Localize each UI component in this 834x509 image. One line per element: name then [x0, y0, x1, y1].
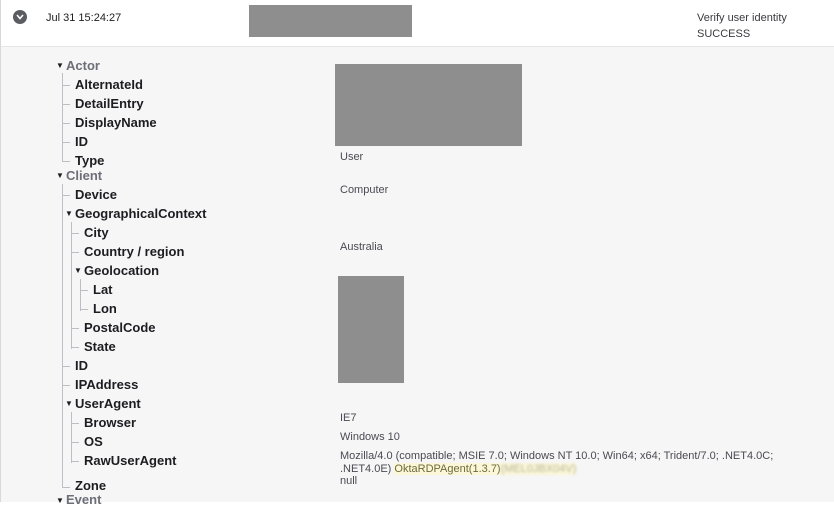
caret-down-icon[interactable]: ▼	[56, 168, 64, 184]
tree-node-ip-address: IPAddress	[75, 377, 139, 392]
tree-guide	[71, 222, 72, 349]
tree-guide	[71, 412, 72, 463]
event-timestamp: Jul 31 15:24:27	[46, 12, 122, 24]
caret-down-icon[interactable]: ▼	[74, 263, 82, 279]
event-detail-panel: ▼ Actor AlternateId DetailEntry DisplayN…	[0, 47, 834, 507]
redacted-geo-values	[338, 276, 404, 383]
event-row[interactable]: Jul 31 15:24:27 Verify user identity SUC…	[0, 0, 834, 47]
tree-node-type: Type	[75, 153, 105, 168]
tree-node-user-agent[interactable]: UserAgent	[75, 396, 141, 412]
caret-down-icon[interactable]: ▼	[65, 396, 73, 412]
value-country: Australia	[340, 241, 383, 253]
tree-node-lon: Lon	[93, 301, 117, 316]
tree-node-client-id: ID	[75, 358, 88, 373]
value-actor-type: User	[340, 151, 364, 163]
tree-node-raw-user-agent: RawUserAgent	[84, 453, 177, 468]
tree-node-country: Country / region	[84, 244, 185, 259]
tree-node-device: Device	[75, 187, 117, 202]
redacted-actor-values	[335, 64, 522, 146]
tree-node-lat: Lat	[93, 282, 113, 297]
event-message: Verify user identity SUCCESS	[697, 10, 787, 42]
caret-down-icon[interactable]: ▼	[56, 58, 64, 74]
value-os: Windows 10	[340, 431, 400, 443]
redacted-actor	[249, 5, 412, 37]
value-browser: IE7	[340, 412, 357, 424]
tree-node-postal-code: PostalCode	[84, 320, 156, 335]
event-action: Verify user identity	[697, 12, 787, 24]
tree-node-browser: Browser	[84, 415, 137, 430]
tree-node-alternate-id: AlternateId	[75, 77, 143, 92]
value-raw-user-agent: Mozilla/4.0 (compatible; MSIE 7.0; Windo…	[340, 450, 790, 476]
tree-node-display-name: DisplayName	[75, 115, 157, 130]
tree-node-city: City	[84, 225, 109, 240]
tree-guide	[80, 279, 81, 311]
tree-guide	[62, 73, 63, 162]
tree-node-detail-entry: DetailEntry	[75, 96, 144, 111]
raw-user-agent-blurred: (MEL0JBX04V)	[500, 463, 577, 475]
caret-down-icon[interactable]: ▼	[56, 493, 64, 509]
tree-node-client[interactable]: Client	[66, 168, 102, 184]
tree-node-state: State	[84, 339, 116, 354]
tree-node-actor-id: ID	[75, 134, 88, 149]
chevron-down-icon[interactable]	[13, 10, 27, 24]
tree-node-geolocation[interactable]: Geolocation	[84, 263, 159, 279]
tree-guide	[62, 184, 63, 487]
tree-node-event[interactable]: Event	[66, 492, 101, 508]
caret-down-icon[interactable]: ▼	[65, 206, 73, 222]
tree-node-geographical-context[interactable]: GeographicalContext	[75, 206, 206, 222]
value-zone: null	[340, 475, 358, 487]
event-outcome: SUCCESS	[697, 28, 751, 40]
tree-node-actor[interactable]: Actor	[66, 58, 100, 74]
value-device: Computer	[340, 184, 389, 196]
tree-node-os: OS	[84, 434, 103, 449]
raw-user-agent-agent: OktaRDPAgent(1.3.7)	[394, 463, 501, 475]
